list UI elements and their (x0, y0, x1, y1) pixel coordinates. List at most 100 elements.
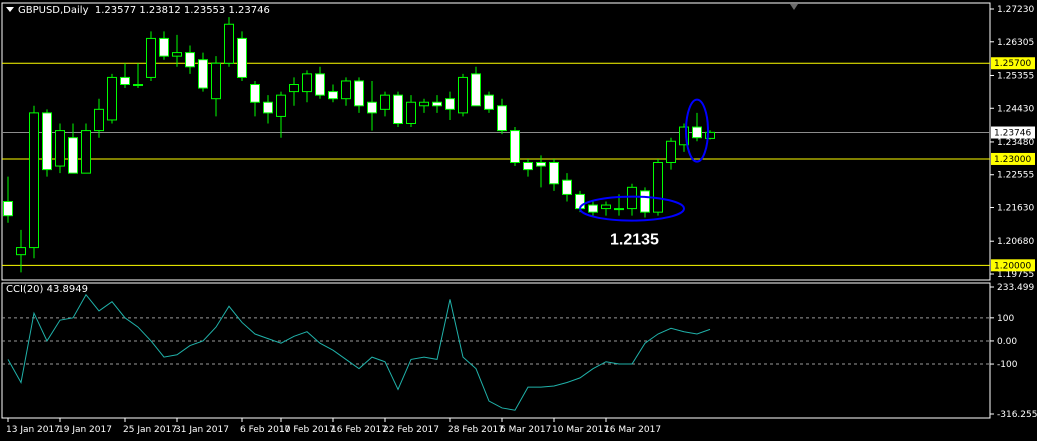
candle[interactable] (107, 73, 117, 124)
candle-body (445, 98, 455, 110)
candle-body (562, 179, 572, 195)
level-tag-label: 1.25700 (994, 59, 1031, 69)
candle[interactable] (29, 105, 39, 259)
candle[interactable] (653, 158, 663, 216)
candle-body (588, 204, 598, 213)
time-tick-label: 16 Feb 2017 (331, 425, 387, 435)
candle-body (666, 140, 676, 164)
candle-body (601, 204, 611, 210)
candle-body (146, 37, 156, 78)
candle-body (640, 190, 650, 213)
candle-body (263, 101, 273, 114)
candle-body (614, 208, 624, 211)
chart-header: GBPUSD,Daily 1.23577 1.23812 1.23553 1.2… (6, 5, 270, 16)
cci-tick-label: 0.00 (997, 337, 1017, 347)
candle-body (81, 130, 91, 174)
candle-body (42, 112, 52, 171)
candle-body (380, 94, 390, 110)
candle-body (510, 130, 520, 164)
candle-body (276, 94, 286, 117)
price-tick-label: 1.20680 (997, 237, 1034, 247)
time-tick-label: 16 Mar 2017 (604, 425, 661, 435)
candle-body (172, 52, 182, 57)
level-tag-label: 1.23000 (994, 155, 1031, 165)
candle-body (497, 105, 507, 132)
price-tick-label: 1.25355 (997, 71, 1034, 81)
candle-body (289, 84, 299, 93)
candle-body (16, 247, 26, 256)
candle-body (471, 73, 481, 107)
candle[interactable] (458, 73, 468, 117)
time-tick-label: 28 Feb 2017 (448, 425, 504, 435)
candle-body (55, 130, 65, 167)
time-tick-label: 6 Mar 2017 (500, 425, 551, 435)
candle[interactable] (55, 123, 65, 174)
time-tick-label: 19 Jan 2017 (58, 425, 112, 435)
candle-body (523, 162, 533, 171)
candle-body (107, 76, 117, 121)
candle-body (302, 73, 312, 93)
candle[interactable] (484, 91, 494, 113)
cci-tick-label: -100 (997, 360, 1018, 370)
candle-body (419, 101, 429, 107)
candle-body (484, 94, 494, 110)
level-tag-label: 1.20000 (994, 261, 1031, 271)
candle-body (94, 108, 104, 132)
candle-body (406, 101, 416, 125)
candle-body (211, 62, 221, 100)
candle-body (367, 101, 377, 114)
cci-tick-label: -316.2554 (997, 410, 1037, 420)
candle-body (224, 23, 234, 64)
candle[interactable] (224, 17, 234, 67)
candle-body (627, 186, 637, 210)
price-tick-label: 1.26305 (997, 38, 1034, 48)
symbol-label: GBPUSD,Daily (18, 5, 89, 16)
low-annotation: 1.2135 (610, 232, 659, 249)
time-tick-label: 10 Feb 2017 (279, 425, 335, 435)
price-tick-label: 1.27230 (997, 5, 1034, 15)
candle-body (315, 73, 325, 96)
candle-body (536, 162, 546, 167)
price-tick-label: 1.22555 (997, 171, 1034, 181)
price-tick-label: 1.24430 (997, 104, 1034, 114)
candle-body (328, 91, 338, 100)
candle-body (3, 201, 13, 217)
candle-body (250, 84, 260, 103)
current-price-label: 1.23746 (994, 129, 1031, 139)
candle-body (159, 37, 169, 57)
price-tick-label: 1.19755 (997, 270, 1034, 280)
chart-canvas: 1.27230 1.26305 1.25355 1.24430 1.23480 1.225… (0, 0, 1037, 441)
candle-body (458, 76, 468, 114)
cci-tick-label: 100 (997, 314, 1014, 324)
candle-body (653, 162, 663, 213)
price-tick-label: 1.21630 (997, 204, 1034, 214)
candle[interactable] (510, 127, 520, 167)
candle-body (237, 37, 247, 78)
candle-body (692, 126, 702, 139)
candle-body (120, 76, 130, 86)
candle-body (341, 80, 351, 100)
candle[interactable] (146, 31, 156, 81)
time-tick-label: 25 Jan 2017 (123, 425, 177, 435)
time-tick-label: 31 Jan 2017 (175, 425, 229, 435)
candle[interactable] (237, 31, 247, 81)
time-tick-label: 13 Jan 2017 (6, 425, 60, 435)
candle-body (198, 59, 208, 89)
candle-body (432, 101, 442, 107)
candle[interactable] (393, 91, 403, 128)
candle-body (29, 112, 39, 249)
candle-body (354, 80, 364, 107)
candle[interactable] (81, 123, 91, 174)
dropdown-triangle-icon[interactable] (6, 7, 14, 12)
time-tick-label: 22 Feb 2017 (383, 425, 439, 435)
candle-body (68, 137, 78, 174)
candle-body (549, 162, 559, 185)
cci-tick-label: 233.499 (997, 283, 1034, 293)
cci-header: CCI(20) 43.8949 (6, 284, 88, 295)
candle-body (185, 52, 195, 68)
time-tick-label: 10 Mar 2017 (552, 425, 609, 435)
candle-body (133, 84, 143, 87)
candle-body (393, 94, 403, 125)
candle[interactable] (42, 109, 52, 177)
price-tick-label: 1.23480 (997, 138, 1034, 148)
